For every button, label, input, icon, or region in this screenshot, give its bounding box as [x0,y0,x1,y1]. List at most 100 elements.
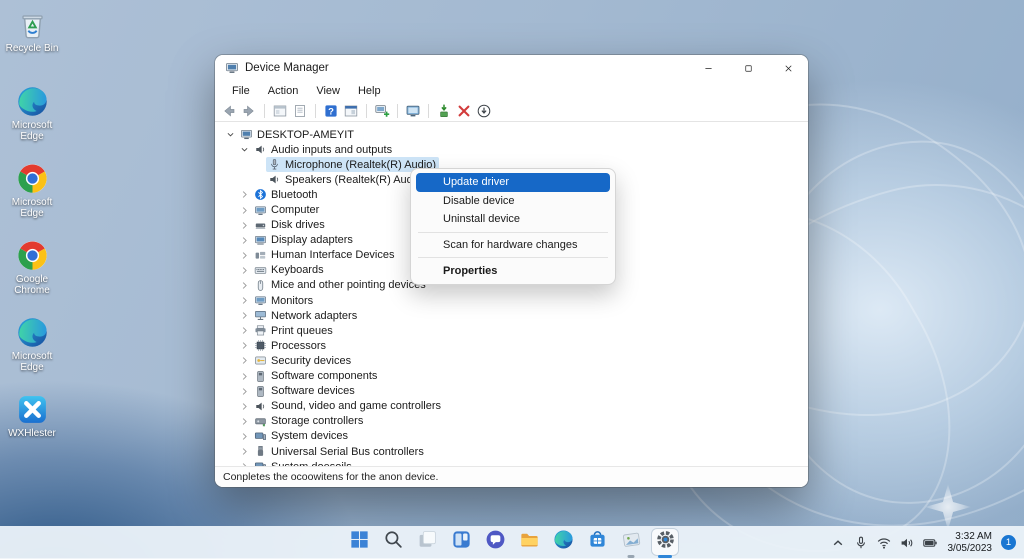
maximize-button[interactable] [728,55,768,81]
widgets-icon [451,529,472,555]
context-menu-item-properties[interactable]: Properties [416,261,610,280]
menu-view[interactable]: View [307,85,349,97]
chevron-right-icon[interactable] [239,220,250,231]
speaker-icon [268,173,281,186]
taskbar-store-button[interactable] [584,529,610,555]
toolbar-console-icon[interactable] [272,103,288,119]
notification-badge[interactable]: 1 [1001,535,1016,550]
context-menu-item-scan-for-hardware-changes[interactable]: Scan for hardware changes [416,236,610,255]
menu-action[interactable]: Action [259,85,308,97]
titlebar[interactable]: Device Manager [215,55,808,81]
tray-battery[interactable] [922,535,938,551]
taskbar: 3:32 AM 3/05/2023 1 [0,526,1024,559]
device-manager-icon [225,61,239,75]
app-shortcut-shortcut[interactable]: WXHlester [2,389,62,466]
chevron-down-icon[interactable] [225,129,236,140]
context-menu-item-disable-device[interactable]: Disable device [416,192,610,211]
minimize-button[interactable] [688,55,728,81]
tree-row-label: System devices [271,430,349,443]
toolbar-back-icon[interactable] [221,103,237,119]
chevron-right-icon[interactable] [239,401,250,412]
tree-row-sound-video-and-game-controllers[interactable]: Sound, video and game controllers [215,399,808,414]
chevron-right-icon[interactable] [239,431,250,442]
taskbar-clock[interactable]: 3:32 AM 3/05/2023 [948,531,993,554]
chevron-right-icon[interactable] [239,340,250,351]
chevron-right-icon[interactable] [239,446,250,457]
tray-microphone[interactable] [853,535,869,551]
context-menu: Update driver Disable device Uninstall dev… [410,168,616,285]
toolbar-forward-icon[interactable] [241,103,257,119]
chevron-right-icon[interactable] [239,265,250,276]
monitor-icon [254,204,267,217]
tree-row-audio-inputs-and-outputs[interactable]: Audio inputs and outputs [215,142,808,157]
tray-volume[interactable] [899,535,915,551]
toolbar-separator [264,103,265,118]
tree-row-universal-serial-bus-controllers[interactable]: Universal Serial Bus controllers [215,444,808,459]
tray-chevron[interactable] [830,535,846,551]
chevron-right-icon[interactable] [239,416,250,427]
taskbar-settings-button[interactable] [652,529,678,555]
tree-row-system-devices[interactable]: System devices [215,429,808,444]
tree-row-software-components[interactable]: Software components [215,369,808,384]
recycle-bin-shortcut[interactable]: Recycle Bin [2,4,62,81]
tree-row-processors[interactable]: Processors [215,338,808,353]
mouse-icon [254,279,267,292]
chevron-right-icon[interactable] [239,325,250,336]
toolbar-monitor-icon[interactable] [405,103,421,119]
tree-row-label: Security devices [271,354,352,367]
edge-shortcut-2-shortcut[interactable]: Microsoft Edge [2,158,62,235]
taskbar-search-button[interactable] [380,529,406,555]
toolbar-scan-icon[interactable] [374,103,390,119]
software-icon [254,385,267,398]
chevron-right-icon[interactable] [239,310,250,321]
tree-row-label: Keyboards [271,264,324,277]
chevron-right-icon[interactable] [239,371,250,382]
taskbar-photos-button[interactable] [618,529,644,555]
toolbar-uninstall-icon[interactable] [456,103,472,119]
system-icon [254,430,267,443]
toolbar-disable-icon[interactable] [476,103,492,119]
tree-row-sustem-doesoils[interactable]: Sustem doesoils [215,459,808,466]
tree-row-label: DESKTOP-AMEYIT [257,128,354,141]
menu-file[interactable]: File [223,85,259,97]
taskbar-task-view-button[interactable] [414,529,440,555]
computer-icon [240,128,253,141]
toolbar-help-icon[interactable]: ? [323,103,339,119]
taskbar-chat-button[interactable] [482,529,508,555]
tree-row-desktop-ameyit[interactable]: DESKTOP-AMEYIT [215,127,808,142]
tray-wifi[interactable] [876,535,892,551]
chevron-right-icon[interactable] [239,205,250,216]
chevron-right-icon[interactable] [239,235,250,246]
chrome-shortcut-shortcut[interactable]: Google Chrome [2,235,62,312]
context-menu-item-update-driver[interactable]: Update driver [416,173,610,192]
chevron-right-icon[interactable] [239,355,250,366]
taskbar-file-explorer-button[interactable] [516,529,542,555]
tree-row-print-queues[interactable]: Print queues [215,323,808,338]
tree-row-storage-controllers[interactable]: Storage controllers [215,414,808,429]
taskbar-widgets-button[interactable] [448,529,474,555]
taskbar-edge-button[interactable] [550,529,576,555]
edge-shortcut-3-shortcut[interactable]: Microsoft Edge [2,312,62,389]
edge-shortcut-1-shortcut[interactable]: Microsoft Edge [2,81,62,158]
menu-help[interactable]: Help [349,85,390,97]
chevron-right-icon[interactable] [239,250,250,261]
close-button[interactable] [768,55,808,81]
tree-row-label: Mice and other pointing devices [271,279,426,292]
speaker-icon [254,143,267,156]
tree-row-security-devices[interactable]: Security devices [215,353,808,368]
toolbar: ? [215,100,808,122]
chevron-right-icon[interactable] [239,295,250,306]
toolbar-update-icon[interactable] [436,103,452,119]
toolbar-export-icon[interactable] [292,103,308,119]
chevron-right-icon[interactable] [239,189,250,200]
tree-row-monitors[interactable]: Monitors [215,293,808,308]
taskbar-start-button[interactable] [346,529,372,555]
context-menu-item-uninstall-device[interactable]: Uninstall device [416,210,610,229]
toolbar-panel-icon[interactable] [343,103,359,119]
tree-row-network-adapters[interactable]: Network adapters [215,308,808,323]
tree-row-software-devices[interactable]: Software devices [215,384,808,399]
chevron-right-icon[interactable] [239,280,250,291]
edge-icon [16,85,49,118]
chevron-right-icon[interactable] [239,386,250,397]
chevron-down-icon[interactable] [239,144,250,155]
